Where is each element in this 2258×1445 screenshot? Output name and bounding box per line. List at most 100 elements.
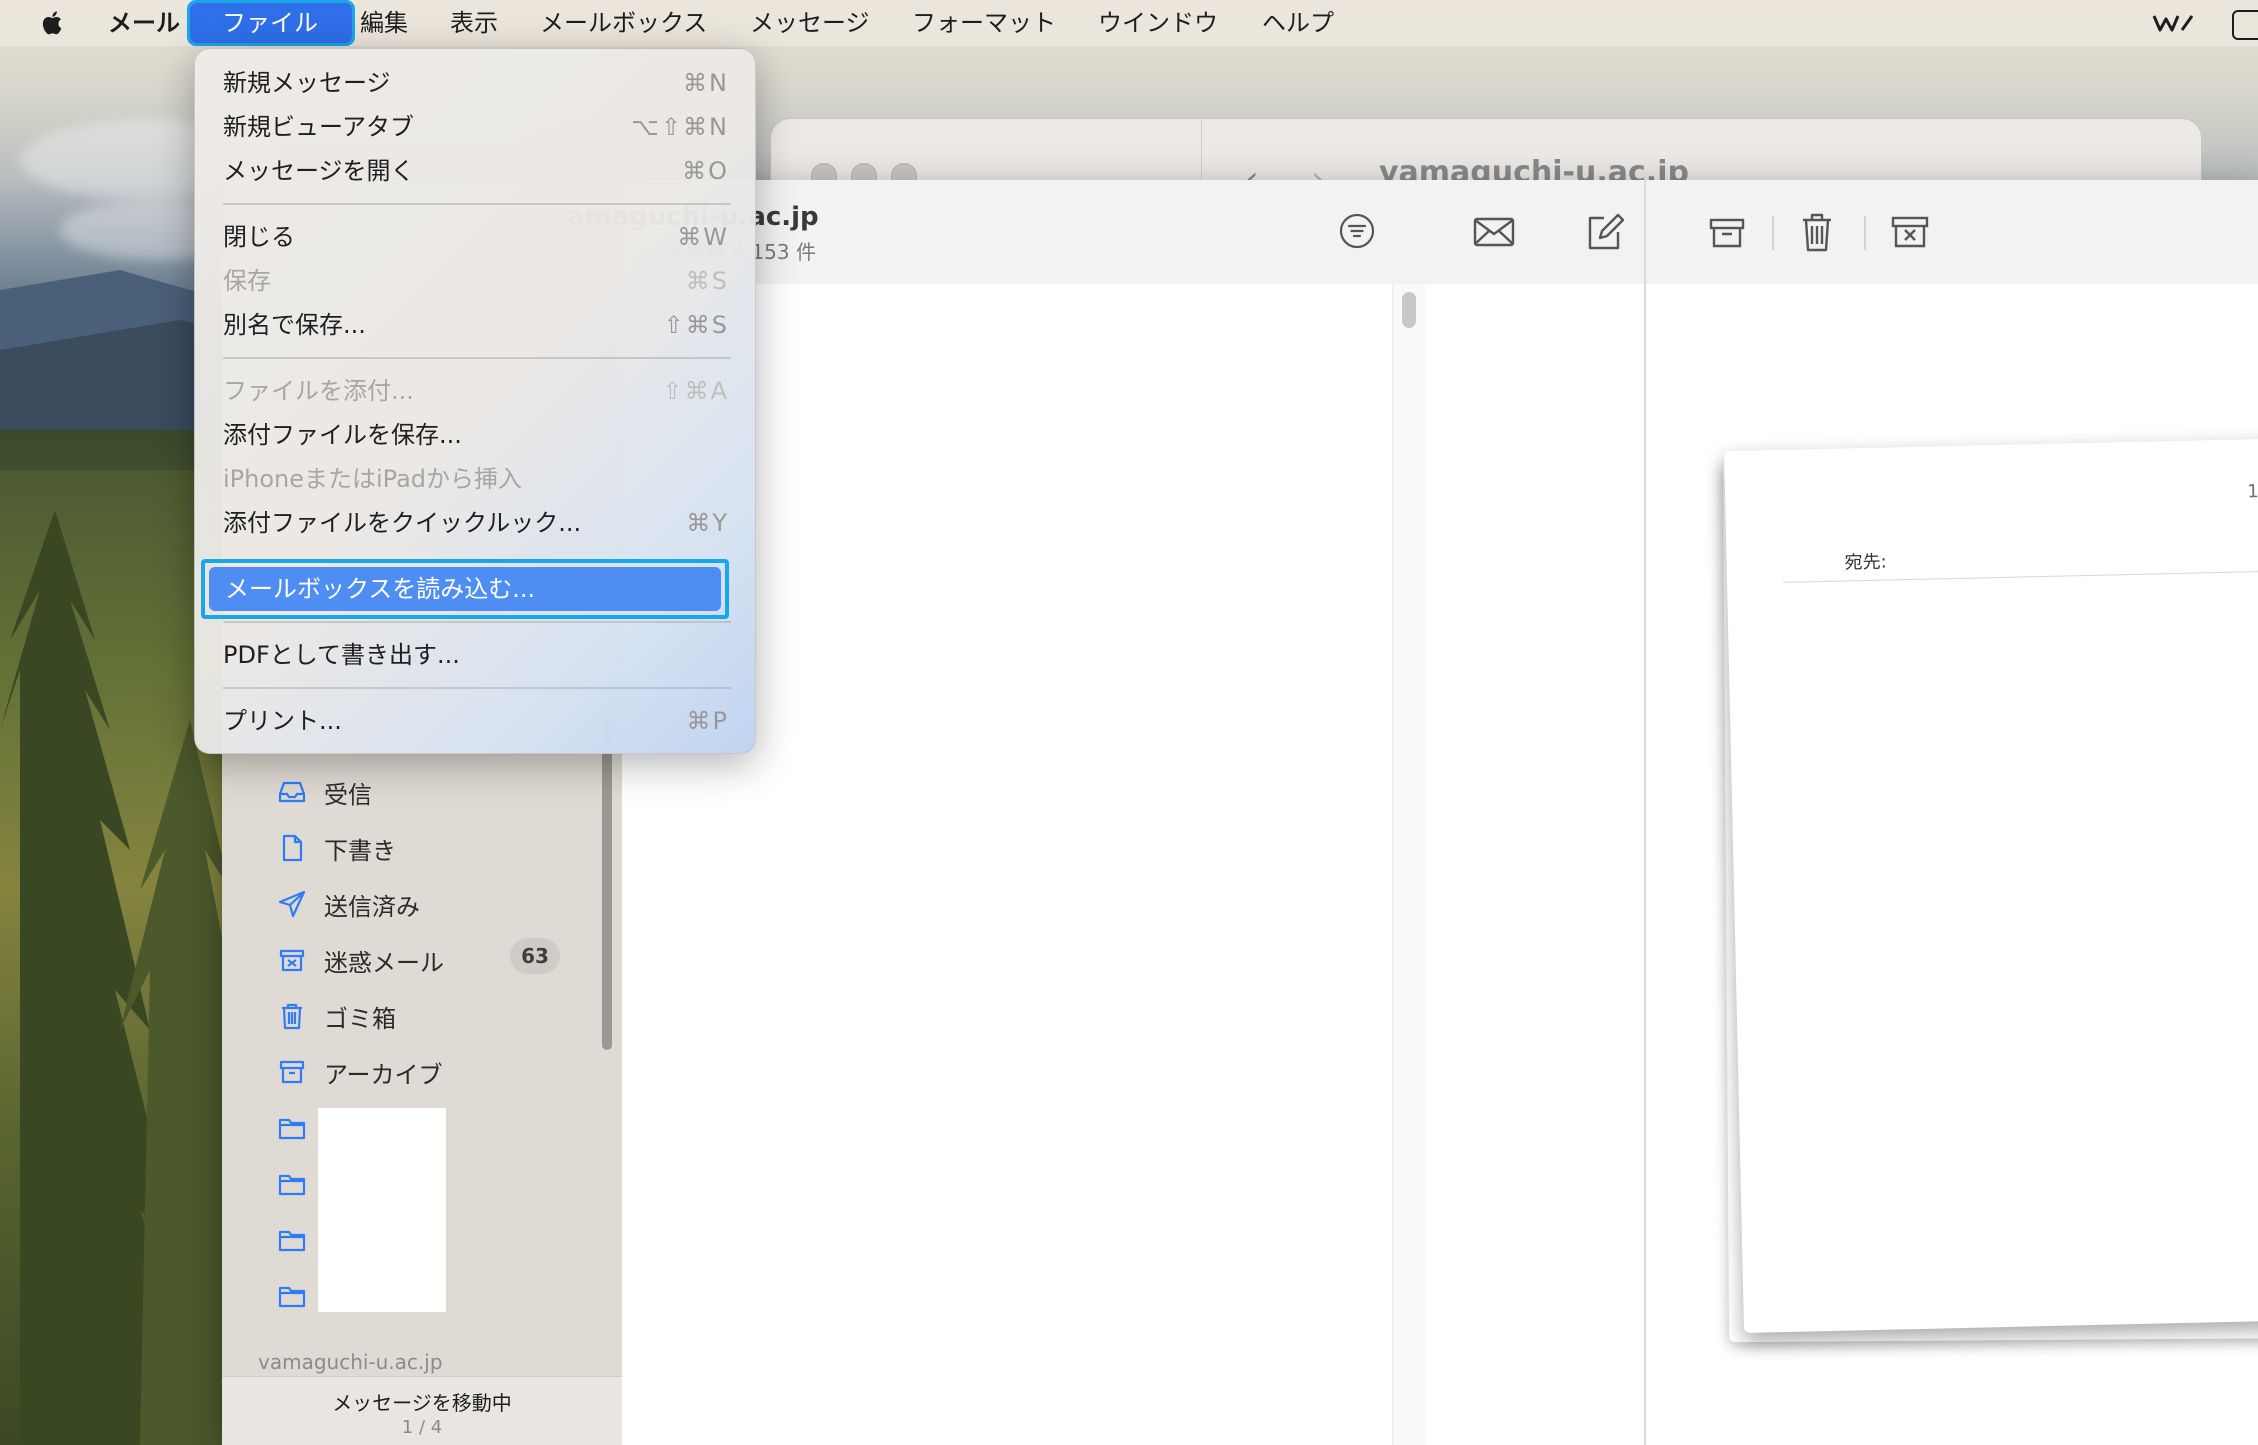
menu-item-import-mailboxes[interactable]: メールボックスを読み込む... — [209, 567, 721, 611]
message-list[interactable] — [622, 284, 1644, 1445]
activity-status-bar: メッセージを移動中 1 / 4 — [222, 1376, 622, 1445]
sidebar-item-drafts[interactable]: 下書き — [276, 828, 396, 868]
sidebar-item-inbox[interactable]: 受信 — [276, 772, 372, 812]
menu-item-label: メッセージを開く — [223, 157, 415, 185]
activity-status-title: メッセージを移動中 — [332, 1391, 512, 1415]
trash-icon[interactable] — [1800, 210, 1834, 254]
toolbar-separator — [1772, 216, 1774, 250]
message-list-scroll-thumb[interactable] — [1402, 292, 1416, 328]
app-name-menu[interactable]: メール — [108, 0, 180, 46]
menu-separator — [223, 621, 731, 623]
activity-progress-text: 1 / 4 — [401, 1417, 443, 1438]
menu-item-quick-look-attachments[interactable]: 添付ファイルをクイックルック... ⌘Y — [223, 503, 729, 543]
input-source-icon[interactable] — [2232, 10, 2258, 40]
menu-item-label: 閉じる — [223, 223, 295, 251]
menu-separator — [223, 203, 731, 205]
to-label: 宛先: — [1844, 551, 1887, 574]
menu-item-label: iPhoneまたはiPadから挿入 — [223, 465, 523, 493]
sidebar-item-label: 送信済み — [324, 892, 420, 921]
sidebar-item-label: ゴミ箱 — [324, 1004, 396, 1033]
folder-icon — [278, 1286, 306, 1308]
menu-item-label: 新規メッセージ — [223, 69, 391, 97]
menu-item-label: PDFとして書き出す... — [223, 641, 460, 669]
message-list-scrollbar[interactable] — [1392, 284, 1425, 1445]
filter-icon[interactable] — [1338, 212, 1376, 250]
menu-message[interactable]: メッセージ — [750, 0, 870, 46]
menu-item-shortcut: ⇧⌘A — [662, 377, 729, 405]
menu-item-print[interactable]: プリント... ⌘P — [223, 701, 729, 741]
sidebar-item-sent[interactable]: 送信済み — [276, 884, 420, 924]
menu-item-attach-files: ファイルを添付... ⇧⌘A — [223, 371, 729, 411]
sidebar-item-trash[interactable]: ゴミ箱 — [276, 996, 396, 1036]
menu-mailbox[interactable]: メールボックス — [540, 0, 707, 46]
sidebar-folder[interactable] — [276, 1164, 324, 1204]
menu-item-import-mailboxes-focus: メールボックスを読み込む... — [201, 559, 729, 619]
menu-item-export-as-pdf[interactable]: PDFとして書き出す... — [223, 635, 729, 675]
menu-item-shortcut: ⌘O — [682, 157, 729, 185]
sidebar-folder[interactable] — [276, 1220, 324, 1260]
apple-icon[interactable] — [38, 8, 68, 38]
menu-item-label: 新規ビューアタブ — [223, 113, 415, 141]
sidebar-item-label: 迷惑メール — [324, 948, 444, 977]
archive-icon — [279, 1060, 305, 1084]
sidebar-scrollbar[interactable] — [602, 720, 612, 1050]
menu-item-save-attachments[interactable]: 添付ファイルを保存... — [223, 415, 729, 455]
menu-item-shortcut: ⇧⌘S — [663, 311, 729, 339]
folder-icon — [278, 1230, 306, 1252]
window-toolbar — [622, 180, 2258, 285]
menu-item-shortcut: ⌘Y — [686, 509, 729, 537]
menu-item-shortcut: ⌘N — [683, 69, 729, 97]
menu-item-label: 添付ファイルをクイックルック... — [223, 509, 582, 537]
folder-icon — [278, 1118, 306, 1140]
sidebar-item-label: 受信 — [324, 780, 372, 809]
sidebar-folder[interactable] — [276, 1108, 324, 1148]
file-menu-dropdown: 新規メッセージ ⌘N 新規ビューアタブ ⌥⇧⌘N メッセージを開く ⌘O 閉じる… — [194, 48, 756, 754]
unread-count-badge: 63 — [510, 938, 560, 974]
message-sheet: 13:48 宛先: — [1724, 437, 2258, 1333]
menu-item-label: 別名で保存... — [223, 311, 366, 339]
redacted-folder-names — [318, 1108, 446, 1312]
trash-icon — [282, 1003, 302, 1030]
menu-item-open-message[interactable]: メッセージを開く ⌘O — [223, 151, 729, 191]
message-preview: 13:48 宛先: — [1646, 284, 2258, 1445]
archive-icon[interactable] — [1708, 210, 1746, 254]
menu-item-label: プリント... — [223, 707, 342, 735]
menu-item-save-as[interactable]: 別名で保存... ⇧⌘S — [223, 305, 729, 345]
status-menu-icon[interactable] — [2152, 13, 2196, 33]
sidebar-folder[interactable] — [276, 1276, 324, 1316]
menu-item-new-message[interactable]: 新規メッセージ ⌘N — [223, 63, 729, 103]
compose-icon[interactable] — [1584, 210, 1624, 254]
inbox-icon — [278, 781, 306, 803]
menu-item-label: ファイルを添付... — [223, 377, 414, 405]
draft-icon — [282, 834, 303, 862]
menu-item-new-viewer-tab[interactable]: 新規ビューアタブ ⌥⇧⌘N — [223, 107, 729, 147]
menu-format[interactable]: フォーマット — [912, 0, 1056, 46]
sent-icon — [278, 890, 306, 918]
menu-item-label: 添付ファイルを保存... — [223, 421, 462, 449]
menu-bar: メール ファイル 編集 表示 メールボックス メッセージ フォーマット ウインド… — [0, 0, 2258, 46]
menu-item-save: 保存 ⌘S — [223, 261, 729, 301]
menu-help[interactable]: ヘルプ — [1262, 0, 1334, 46]
message-time: 13:48 — [2247, 480, 2258, 503]
junk-icon — [279, 949, 305, 972]
sidebar-item-archive[interactable]: アーカイブ — [276, 1052, 443, 1092]
menu-view[interactable]: 表示 — [450, 0, 498, 46]
menu-item-shortcut: ⌘P — [686, 707, 729, 735]
get-mail-icon[interactable] — [1472, 210, 1516, 254]
menu-window[interactable]: ウインドウ — [1098, 0, 1218, 46]
sidebar-item-label: 下書き — [324, 836, 396, 865]
folder-icon — [278, 1174, 306, 1196]
toolbar-separator — [1864, 216, 1866, 250]
menu-file[interactable]: ファイル — [187, 0, 355, 46]
sidebar-item-junk[interactable]: 迷惑メール — [276, 940, 444, 980]
menu-item-close[interactable]: 閉じる ⌘W — [223, 217, 729, 257]
menu-item-insert-from-iphone: iPhoneまたはiPadから挿入 — [223, 459, 729, 499]
menu-edit[interactable]: 編集 — [360, 0, 408, 46]
account-section-label: vamaguchi-u.ac.jp — [258, 1350, 443, 1374]
menu-separator — [223, 357, 731, 359]
menu-item-shortcut: ⌘S — [685, 267, 729, 295]
menu-item-shortcut: ⌥⇧⌘N — [631, 113, 729, 141]
sidebar-item-label: アーカイブ — [324, 1060, 443, 1089]
menu-separator — [223, 687, 731, 689]
junk-icon[interactable] — [1890, 210, 1930, 254]
